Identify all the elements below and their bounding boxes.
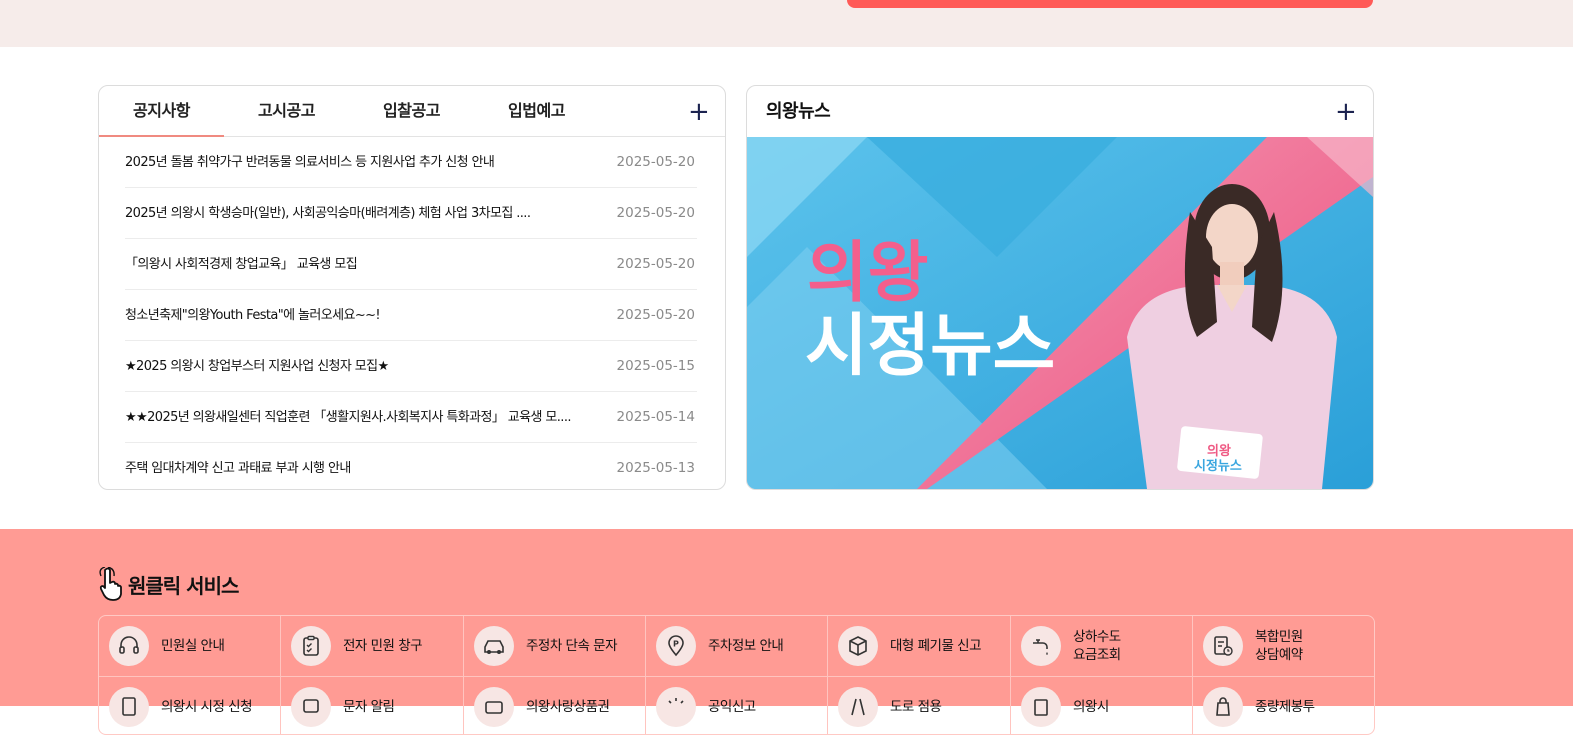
siren-icon bbox=[656, 687, 696, 727]
notice-item[interactable]: 청소년축제"의왕Youth Festa"에 놀러오세요~~! 2025-05-2… bbox=[125, 290, 697, 341]
service-parking-sms[interactable]: 주정차 단속 문자 bbox=[464, 616, 646, 677]
box-icon bbox=[838, 626, 878, 666]
service-label: 대형 폐기물 신고 bbox=[890, 638, 982, 654]
service-label: 민원실 안내 bbox=[161, 638, 225, 654]
car-icon bbox=[474, 626, 514, 666]
notice-title[interactable]: 청소년축제"의왕Youth Festa"에 놀러오세요~~! bbox=[125, 290, 605, 341]
tab-notice[interactable]: 공지사항 bbox=[99, 86, 224, 137]
service-gift-card[interactable]: 의왕사랑상품권 bbox=[464, 677, 646, 734]
notice-date: 2025-05-20 bbox=[616, 256, 695, 272]
notice-tabs: 공지사항 고시공고 입찰공고 입법예고 + bbox=[99, 86, 725, 137]
service-label: 상하수도 요금조회 bbox=[1073, 629, 1121, 663]
banner-title-line1: 의왕 bbox=[807, 234, 928, 311]
tab-legislation-notice[interactable]: 입법예고 bbox=[474, 86, 599, 137]
news-more-button[interactable]: + bbox=[1335, 99, 1357, 125]
notice-list: 2025년 돌봄 취약가구 반려동물 의료서비스 등 지원사업 추가 신청 안내… bbox=[125, 137, 697, 489]
document-icon bbox=[109, 687, 149, 727]
notice-title[interactable]: 주택 임대차계약 신고 과태료 부과 시행 안내 bbox=[125, 443, 605, 489]
notice-title[interactable]: 2025년 돌봄 취약가구 반려동물 의료서비스 등 지원사업 추가 신청 안내 bbox=[125, 137, 605, 188]
oneclick-heading: 원클릭 서비스 bbox=[98, 567, 239, 601]
service-label: 복합민원 상담예약 bbox=[1255, 629, 1303, 663]
bag-icon bbox=[1203, 687, 1243, 727]
notice-item[interactable]: ★★2025년 의왕새일센터 직업훈련 「생활지원사.사회복지사 특화과정」 교… bbox=[125, 392, 697, 443]
notice-date: 2025-05-20 bbox=[616, 307, 695, 323]
notice-item[interactable]: 「의왕시 사회적경제 창업교육」 교육생 모집 2025-05-20 bbox=[125, 239, 697, 290]
top-accent-bar bbox=[847, 0, 1373, 8]
service-label: 주정차 단속 문자 bbox=[526, 638, 618, 654]
service-sms-alert[interactable]: 문자 알림 bbox=[281, 677, 464, 734]
message-icon bbox=[291, 687, 331, 727]
service-complex-civil[interactable]: 복합민원 상담예약 bbox=[1193, 616, 1374, 677]
clipboard-check-icon bbox=[291, 626, 331, 666]
banner-title-line2: 시정뉴스 bbox=[805, 307, 1055, 386]
news-title: 의왕뉴스 bbox=[766, 101, 831, 122]
svg-text:P: P bbox=[673, 640, 679, 649]
notice-title[interactable]: 2025년 의왕시 학생승마(일반), 사회공익승마(배려계층) 체험 사업 3… bbox=[125, 188, 605, 239]
service-waste-bag[interactable]: 종량제봉투 bbox=[1193, 677, 1374, 734]
notice-date: 2025-05-13 bbox=[616, 460, 695, 476]
service-label: 도로 점용 bbox=[890, 699, 942, 715]
service-label: 공익신고 bbox=[708, 699, 756, 715]
service-label: 문자 알림 bbox=[343, 699, 395, 715]
notice-date: 2025-05-20 bbox=[616, 205, 695, 221]
notice-date: 2025-05-14 bbox=[616, 409, 695, 425]
notice-date: 2025-05-20 bbox=[616, 154, 695, 170]
news-panel: 의왕뉴스 + 의왕 시정뉴스 의왕 시정뉴스 bbox=[746, 85, 1374, 490]
service-city[interactable]: 의왕시 bbox=[1011, 677, 1193, 734]
service-public-report[interactable]: 공익신고 bbox=[646, 677, 828, 734]
tab-bid-notice[interactable]: 입찰공고 bbox=[349, 86, 474, 137]
news-video-thumbnail[interactable]: 의왕 시정뉴스 의왕 시정뉴스 bbox=[747, 137, 1373, 489]
notice-more-button[interactable]: + bbox=[688, 99, 710, 125]
service-civil-office[interactable]: 민원실 안내 bbox=[99, 616, 281, 677]
card-logo-line1: 의왕 bbox=[1207, 443, 1231, 459]
notice-title[interactable]: ★2025 의왕시 창업부스터 지원사업 신청자 모집★ bbox=[125, 341, 605, 392]
service-label: 주차정보 안내 bbox=[708, 638, 784, 654]
tab-public-notice[interactable]: 고시공고 bbox=[224, 86, 349, 137]
notice-item[interactable]: 2025년 의왕시 학생승마(일반), 사회공익승마(배려계층) 체험 사업 3… bbox=[125, 188, 697, 239]
building-icon bbox=[1021, 687, 1061, 727]
notice-date: 2025-05-15 bbox=[616, 358, 695, 374]
headset-icon bbox=[109, 626, 149, 666]
service-label: 종량제봉투 bbox=[1255, 699, 1315, 715]
service-water-bill[interactable]: 상하수도 요금조회 bbox=[1011, 616, 1193, 677]
oneclick-title: 원클릭 서비스 bbox=[128, 573, 239, 598]
notice-panel: 공지사항 고시공고 입찰공고 입법예고 + 2025년 돌봄 취약가구 반려동물… bbox=[98, 85, 726, 490]
service-parking-info[interactable]: P 주차정보 안내 bbox=[646, 616, 828, 677]
notice-title[interactable]: 「의왕시 사회적경제 창업교육」 교육생 모집 bbox=[125, 239, 605, 290]
hand-pointer-icon bbox=[99, 567, 122, 601]
notice-title[interactable]: ★★2025년 의왕새일센터 직업훈련 「생활지원사.사회복지사 특화과정」 교… bbox=[125, 392, 605, 443]
notice-item[interactable]: 2025년 돌봄 취약가구 반려동물 의료서비스 등 지원사업 추가 신청 안내… bbox=[125, 137, 697, 188]
card-icon bbox=[474, 687, 514, 727]
service-label: 의왕시 bbox=[1073, 699, 1109, 715]
oneclick-grid: 민원실 안내 전자 민원 창구 주정차 단속 문자 P 주차정보 안내 대형 폐… bbox=[98, 615, 1375, 735]
notice-item[interactable]: ★2025 의왕시 창업부스터 지원사업 신청자 모집★ 2025-05-15 bbox=[125, 341, 697, 392]
service-label: 의왕시 시정 신청 bbox=[161, 699, 253, 715]
card-logo-line2: 시정뉴스 bbox=[1194, 458, 1242, 474]
service-bulky-waste[interactable]: 대형 폐기물 신고 bbox=[828, 616, 1011, 677]
service-e-civil[interactable]: 전자 민원 창구 bbox=[281, 616, 464, 677]
parking-pin-icon: P bbox=[656, 626, 696, 666]
service-label: 의왕사랑상품권 bbox=[526, 699, 610, 715]
service-road-use[interactable]: 도로 점용 bbox=[828, 677, 1011, 734]
service-label: 전자 민원 창구 bbox=[343, 638, 423, 654]
notice-item[interactable]: 주택 임대차계약 신고 과태료 부과 시행 안내 2025-05-13 bbox=[125, 443, 697, 489]
faucet-icon bbox=[1021, 626, 1061, 666]
road-icon bbox=[838, 687, 878, 727]
service-city-request[interactable]: 의왕시 시정 신청 bbox=[99, 677, 281, 734]
document-clock-icon bbox=[1203, 626, 1243, 666]
